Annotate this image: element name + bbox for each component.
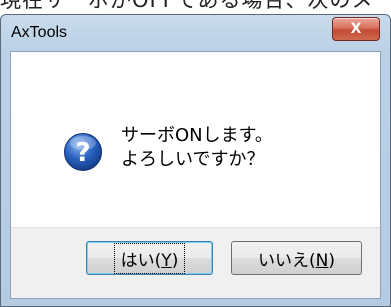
yes-button-label: はい(Y) [113,242,186,274]
title-bar[interactable]: AxTools X [1,15,390,51]
no-button[interactable]: いいえ(N) [231,241,362,275]
dialog-body: ? サーボONします。 よろしいですか？ はい(Y) いいえ(N) [10,51,381,299]
svg-text:?: ? [75,138,90,168]
message-line-2: よろしいですか？ [121,149,265,170]
yes-button[interactable]: はい(Y) [86,241,213,275]
background-text-strip: 現在サーボがOFFである場合、次のメ [0,0,391,14]
window-title: AxTools [11,24,68,41]
dialog-message: サーボONします。 よろしいですか？ [121,124,273,172]
background-text: 現在サーボがOFFである場合、次のメ [0,0,374,12]
close-icon: X [350,21,362,37]
question-icon: ? [64,133,102,171]
no-button-label: いいえ(N) [258,250,335,271]
message-line-1: サーボONします。 [121,125,273,146]
close-button[interactable]: X [332,17,380,41]
dialog-window: AxTools X ? サーボONします。 よろしいですか？ はい(Y) いいえ… [0,14,391,307]
